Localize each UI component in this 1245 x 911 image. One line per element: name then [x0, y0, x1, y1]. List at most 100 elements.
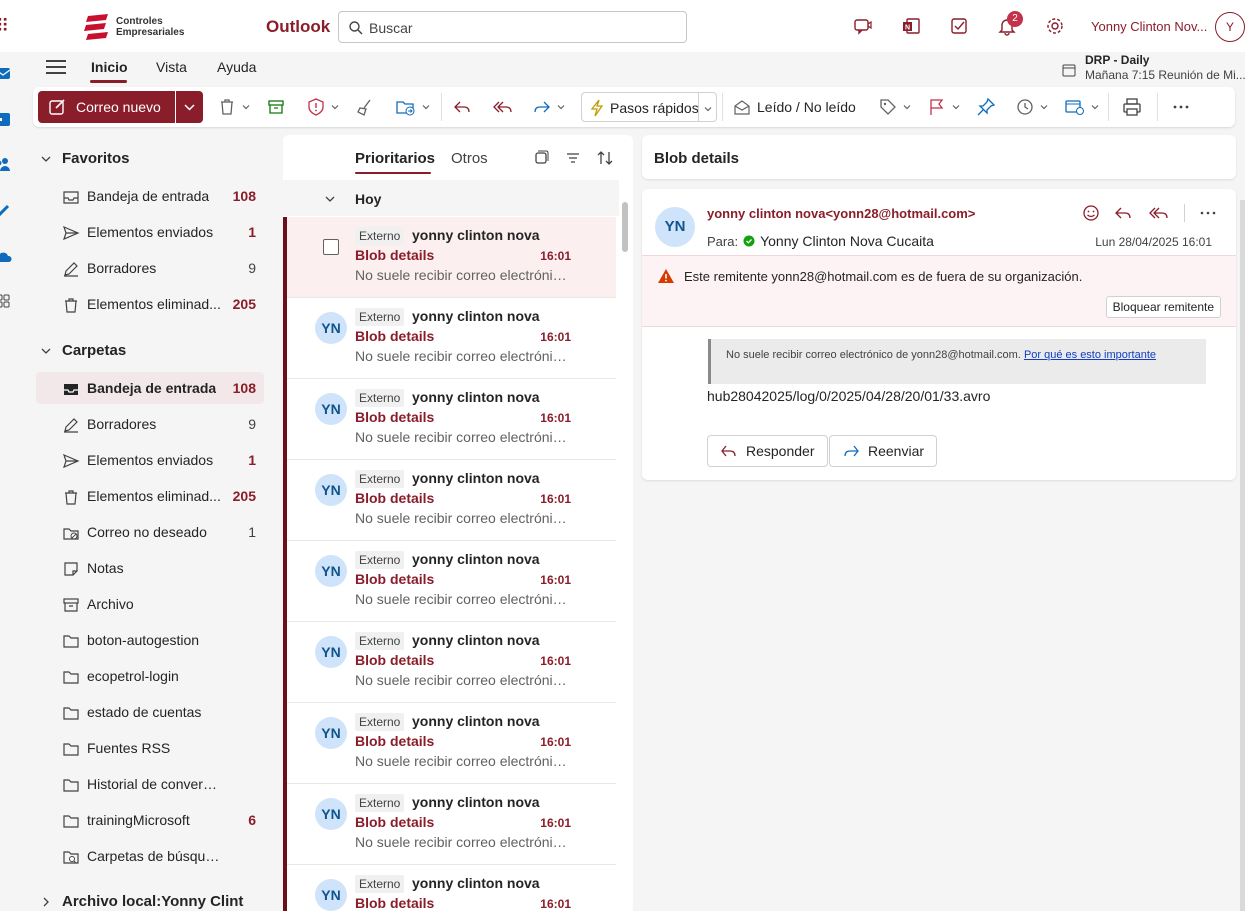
- presence-available-icon: [743, 235, 755, 247]
- print-button[interactable]: [1122, 94, 1142, 120]
- message-item[interactable]: YN Externo yonny clinton nova Blob details 1…: [283, 460, 616, 541]
- forward-button[interactable]: Reenviar: [829, 435, 938, 467]
- actions-divider: [1184, 204, 1185, 222]
- message-item[interactable]: YN Externo yonny clinton nova Blob details 1…: [283, 865, 616, 911]
- new-mail-button[interactable]: Correo nuevo: [38, 91, 175, 123]
- recipient-name[interactable]: Yonny Clinton Nova Cucaita: [760, 233, 934, 249]
- scrollbar-thumb[interactable]: [622, 202, 628, 252]
- message-subject: Blob details: [355, 571, 435, 587]
- move-to-button[interactable]: [395, 94, 431, 120]
- folder-item-elementos-enviados[interactable]: Elementos enviados 1: [36, 216, 264, 248]
- flag-button[interactable]: [927, 94, 961, 120]
- calendar-reminder[interactable]: DRP - Daily Mañana 7:15 Reunión de Mi...: [1062, 52, 1245, 86]
- app-name[interactable]: Outlook: [266, 17, 330, 37]
- more-options-button[interactable]: [1171, 94, 1191, 120]
- onenote-icon[interactable]: N: [899, 14, 923, 38]
- new-mail-dropdown[interactable]: [176, 91, 203, 123]
- folder-item-estado-de-cuentas[interactable]: estado de cuentas: [36, 696, 264, 728]
- tab-inicio[interactable]: Inicio: [91, 59, 128, 75]
- calendar-app-icon[interactable]: [0, 110, 12, 128]
- more-apps-icon[interactable]: [0, 292, 12, 310]
- app-launcher-icon[interactable]: ⠿: [0, 16, 10, 36]
- navigation-menu-icon[interactable]: [46, 60, 66, 76]
- report-button[interactable]: [306, 94, 340, 120]
- emoji-reaction-icon[interactable]: [1082, 204, 1100, 222]
- categorize-button[interactable]: [878, 94, 912, 120]
- folder-item-correo-no-deseado[interactable]: Correo no deseado 1: [36, 516, 264, 548]
- group-header-today[interactable]: Hoy: [283, 180, 633, 216]
- folder-item-borradores[interactable]: Borradores 9: [36, 252, 264, 284]
- folder-item-borradores[interactable]: Borradores 9: [36, 408, 264, 440]
- meet-now-icon[interactable]: [851, 14, 875, 38]
- pencil-draft-icon: [64, 418, 78, 433]
- recipient-line: Para: Yonny Clinton Nova Cucaita: [707, 233, 934, 249]
- folder-item-boton-autogestion[interactable]: boton-autogestion: [36, 624, 264, 656]
- snooze-button[interactable]: [1015, 94, 1049, 120]
- message-subject: Blob details: [355, 409, 435, 425]
- message-sender: yonny clinton nova: [412, 794, 540, 810]
- window-edge: [1240, 200, 1245, 911]
- local-archive-header[interactable]: Archivo local:Yonny Clint: [40, 893, 243, 910]
- folder-item-elementos-eliminad[interactable]: Elementos eliminad... 205: [36, 480, 264, 512]
- reply-button[interactable]: Responder: [707, 435, 828, 467]
- folder-item-archivo[interactable]: Archivo: [36, 588, 264, 620]
- read-unread-button[interactable]: Leído / No leído: [733, 98, 856, 116]
- chevron-down-icon[interactable]: [703, 104, 713, 114]
- tab-ayuda[interactable]: Ayuda: [217, 59, 256, 75]
- folder-item-bandeja-de-entrada[interactable]: Bandeja de entrada 108: [36, 180, 264, 212]
- more-icon[interactable]: [1199, 204, 1217, 222]
- onedrive-app-icon[interactable]: [0, 248, 12, 266]
- sweep-button[interactable]: [355, 94, 375, 120]
- folder-item-notas[interactable]: Notas: [36, 552, 264, 584]
- folder-item-historial-de-conversacion[interactable]: Historial de conversacion...: [36, 768, 264, 800]
- todo-app-icon[interactable]: [0, 202, 12, 220]
- tab-vista[interactable]: Vista: [156, 59, 187, 75]
- folder-item-carpetas-de-busqueda[interactable]: Carpetas de búsqueda: [36, 840, 264, 872]
- user-name[interactable]: Yonny Clinton Nov...: [1091, 19, 1207, 34]
- sender-name[interactable]: yonny clinton nova<yonn28@hotmail.com>: [707, 206, 975, 221]
- message-item[interactable]: YN Externo yonny clinton nova Blob details 1…: [283, 784, 616, 865]
- select-mode-icon[interactable]: [533, 150, 549, 166]
- folder-item-fuentes-rss[interactable]: Fuentes RSS: [36, 732, 264, 764]
- search-box[interactable]: [338, 11, 687, 43]
- rules-button[interactable]: [1064, 94, 1100, 120]
- folder-item-trainingmicrosoft[interactable]: trainingMicrosoft 6: [36, 804, 264, 836]
- folder-item-elementos-eliminad[interactable]: Elementos eliminad... 205: [36, 288, 264, 320]
- user-avatar[interactable]: Y: [1215, 12, 1245, 42]
- filter-icon[interactable]: [565, 150, 581, 166]
- settings-gear-icon[interactable]: [1043, 14, 1067, 38]
- message-item[interactable]: YN Externo yonny clinton nova Blob details 1…: [283, 703, 616, 784]
- search-input[interactable]: [369, 18, 669, 38]
- folder-item-elementos-enviados[interactable]: Elementos enviados 1: [36, 444, 264, 476]
- delete-button[interactable]: [217, 94, 251, 120]
- folder-item-bandeja-de-entrada[interactable]: Bandeja de entrada 108: [36, 372, 264, 404]
- forward-button[interactable]: [532, 94, 566, 120]
- message-item[interactable]: Externo yonny clinton nova Blob details 16:…: [283, 217, 616, 298]
- message-item[interactable]: YN Externo yonny clinton nova Blob details 1…: [283, 298, 616, 379]
- sort-icon[interactable]: [596, 149, 614, 167]
- block-sender-button[interactable]: Bloquear remitente: [1105, 296, 1221, 318]
- favorites-header[interactable]: Favoritos: [40, 150, 130, 167]
- sender-avatar[interactable]: YN: [655, 207, 695, 247]
- reply-icon[interactable]: [1114, 204, 1134, 222]
- tab-otros[interactable]: Otros: [451, 150, 488, 167]
- mail-app-icon[interactable]: [0, 64, 12, 82]
- tab-prioritarios[interactable]: Prioritarios: [355, 150, 435, 167]
- reply-all-button[interactable]: [492, 94, 514, 120]
- message-item[interactable]: YN Externo yonny clinton nova Blob details 1…: [283, 622, 616, 703]
- pin-button[interactable]: [976, 94, 996, 120]
- why-important-link[interactable]: Por qué es esto importante: [1024, 349, 1156, 361]
- message-item[interactable]: YN Externo yonny clinton nova Blob details 1…: [283, 541, 616, 622]
- message-list-scrollbar[interactable]: [619, 180, 633, 911]
- people-app-icon[interactable]: [0, 155, 12, 173]
- select-checkbox[interactable]: [323, 239, 339, 255]
- todo-icon[interactable]: [947, 14, 971, 38]
- archive-button[interactable]: [266, 94, 286, 120]
- folder-name: Bandeja de entrada: [87, 380, 217, 396]
- quick-steps-button[interactable]: Pasos rápidos: [581, 92, 717, 122]
- folder-item-ecopetrol-login[interactable]: ecopetrol-login: [36, 660, 264, 692]
- reply-button[interactable]: [452, 94, 472, 120]
- folders-header[interactable]: Carpetas: [40, 342, 126, 359]
- reply-all-icon[interactable]: [1148, 204, 1170, 222]
- message-item[interactable]: YN Externo yonny clinton nova Blob details 1…: [283, 379, 616, 460]
